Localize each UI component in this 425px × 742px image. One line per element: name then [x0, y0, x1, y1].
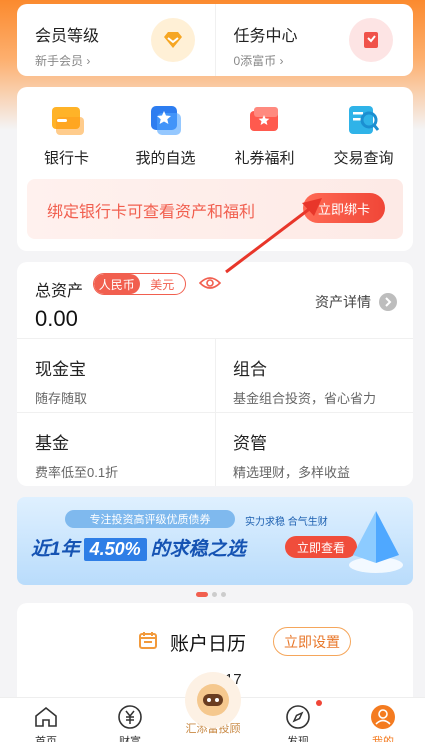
promo-tag: 专注投资高评级优质债券: [65, 510, 235, 528]
menu-bank-card[interactable]: 银行卡: [17, 103, 116, 168]
favorites-icon: [149, 103, 183, 137]
notification-dot: [316, 700, 322, 706]
currency-usd-option[interactable]: 美元: [140, 274, 186, 294]
product-sub: 随存随取: [35, 391, 88, 406]
home-icon: [16, 704, 76, 730]
product-cash-treasure[interactable]: 现金宝 随存随取: [35, 355, 87, 407]
product-title: 现金宝: [35, 360, 86, 379]
diamond-icon: [150, 18, 195, 62]
product-title: 组合: [233, 360, 267, 379]
menu-transaction-query[interactable]: 交易查询: [314, 103, 413, 168]
pyramid-art-icon: [347, 505, 405, 580]
assets-card: 总资产 人民币 美元 0.00 资产详情 现金宝 随存随取 组合 基金组合投资，…: [17, 262, 413, 486]
bind-card-button[interactable]: 立即绑卡: [303, 193, 385, 223]
transaction-search-icon: [347, 103, 381, 137]
menu-label-transaction-query: 交易查询: [333, 150, 394, 167]
total-assets-value: 0.00: [35, 306, 78, 331]
promo-banner[interactable]: 专注投资高评级优质债券 实力求稳 合气生财 近1年 4.50% 的求稳之选 立即…: [17, 497, 413, 585]
calendar-icon: [138, 630, 158, 655]
carousel-dots: [196, 592, 226, 597]
product-title: 资管: [233, 434, 267, 453]
product-sub: 费率低至0.1折: [35, 465, 119, 480]
coupon-icon: [248, 103, 282, 137]
tab-discover[interactable]: 发现: [268, 704, 328, 742]
menu-label-favorites: 我的自选: [135, 150, 196, 167]
member-card: 会员等级 新手会员 › 任务中心 0添富币 ›: [17, 4, 413, 76]
eye-icon[interactable]: [198, 275, 222, 296]
task-center-entry[interactable]: 任务中心 0添富币 ›: [214, 4, 414, 76]
total-assets-label: 总资产: [35, 283, 84, 300]
calendar-title: 账户日历: [170, 634, 247, 655]
quick-menu-card: 银行卡 我的自选 礼券福利 交易查询 绑定银行卡可查看资产和福利 立即绑卡: [17, 87, 413, 251]
asset-details-label: 资产详情: [315, 294, 371, 310]
promo-prefix: 近1年: [31, 539, 80, 560]
tab-label: 首页: [35, 736, 57, 742]
carousel-dot[interactable]: [212, 592, 217, 597]
currency-toggle[interactable]: 人民币 美元: [93, 273, 186, 295]
compass-icon: [268, 704, 328, 730]
member-level-entry[interactable]: 会员等级 新手会员 ›: [17, 4, 215, 76]
advisor-robot-icon[interactable]: [185, 672, 241, 728]
tab-label: 发现: [287, 736, 309, 742]
menu-coupons[interactable]: 礼券福利: [215, 103, 314, 168]
chevron-right-icon: [379, 293, 397, 311]
tab-home[interactable]: 首页: [16, 704, 76, 742]
carousel-dot[interactable]: [196, 592, 208, 597]
tab-wealth[interactable]: 财富: [100, 704, 160, 742]
asset-details-link[interactable]: 资产详情: [315, 292, 397, 312]
task-flag-icon: [349, 18, 393, 62]
calendar-setup-button[interactable]: 立即设置: [273, 627, 351, 656]
tab-label: 财富: [119, 736, 141, 742]
calendar-header: 账户日历: [138, 629, 246, 656]
carousel-dot[interactable]: [221, 592, 226, 597]
bind-card-banner[interactable]: 绑定银行卡可查看资产和福利 立即绑卡: [27, 179, 403, 239]
product-portfolio[interactable]: 组合 基金组合投资，省心省力: [233, 355, 376, 407]
promo-slogan: 实力求稳 合气生财: [245, 517, 328, 528]
bank-card-icon: [50, 103, 84, 137]
menu-favorites[interactable]: 我的自选: [116, 103, 215, 168]
bind-card-text: 绑定银行卡可查看资产和福利: [47, 204, 256, 221]
product-title: 基金: [35, 434, 69, 453]
product-fund[interactable]: 基金 费率低至0.1折: [35, 429, 118, 481]
promo-rate: 4.50%: [83, 538, 147, 561]
divider: [215, 338, 216, 486]
promo-headline: 近1年 4.50% 的求稳之选: [31, 534, 246, 561]
product-sub: 基金组合投资，省心省力: [233, 391, 377, 406]
tab-mine[interactable]: 我的: [353, 704, 413, 742]
menu-label-bank-card: 银行卡: [43, 150, 89, 167]
menu-label-coupons: 礼券福利: [234, 150, 295, 167]
user-icon: [353, 704, 413, 730]
product-sub: 精选理财，多样收益: [233, 465, 351, 480]
yuan-icon: [100, 704, 160, 730]
promo-suffix: 的求稳之选: [150, 539, 246, 560]
currency-rmb-option[interactable]: 人民币: [94, 274, 140, 294]
product-asset-management[interactable]: 资管 精选理财，多样收益: [233, 429, 350, 481]
tab-label: 我的: [372, 736, 394, 742]
